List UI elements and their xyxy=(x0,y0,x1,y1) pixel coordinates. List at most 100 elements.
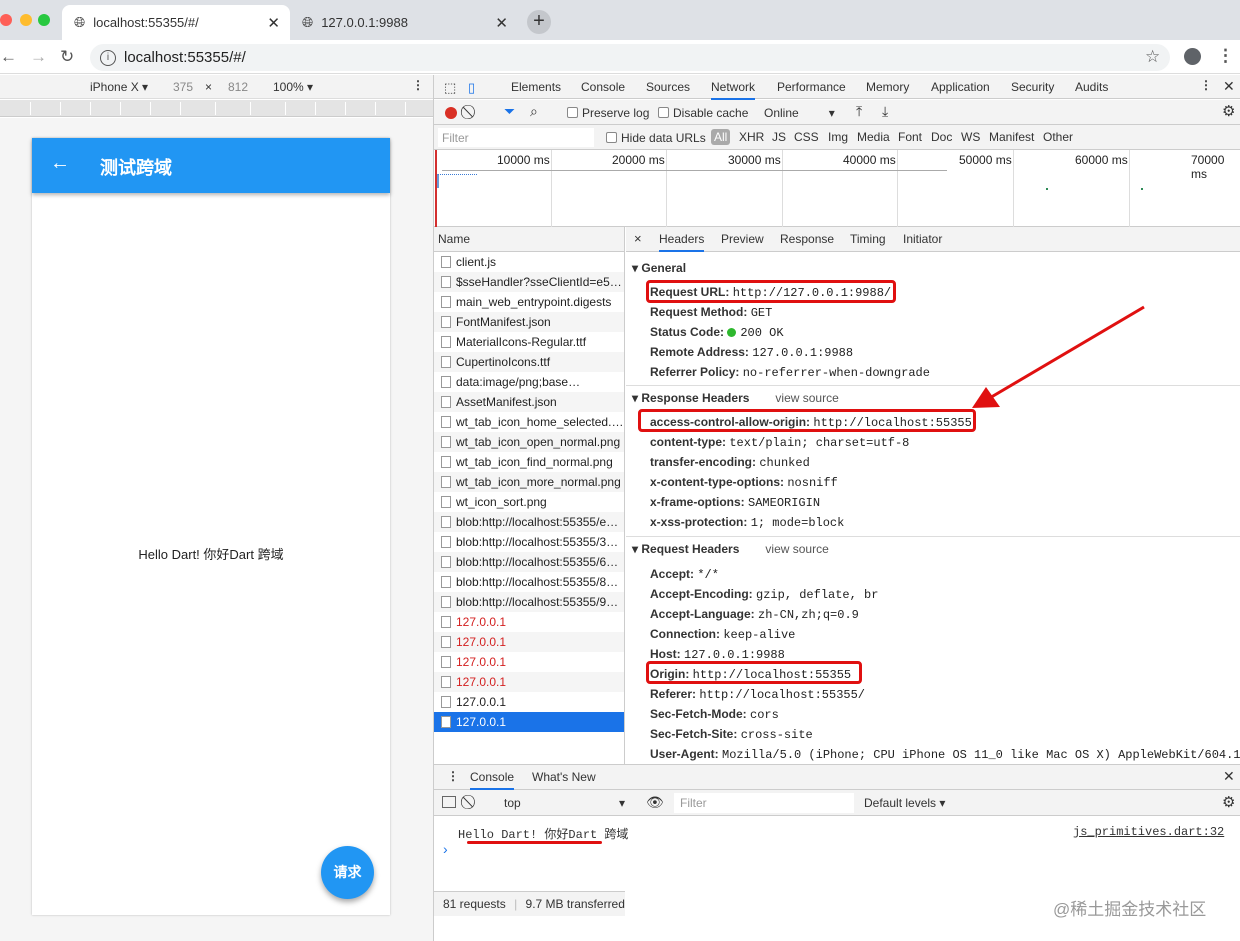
minimize-window-button[interactable] xyxy=(20,14,32,26)
gear-icon[interactable]: ⚙ xyxy=(1222,102,1235,120)
name-column-header[interactable]: Name xyxy=(434,227,624,252)
request-row[interactable]: AssetManifest.json xyxy=(434,392,624,412)
close-window-button[interactable] xyxy=(0,14,12,26)
request-row[interactable]: 127.0.0.1 xyxy=(434,632,624,652)
zoom-window-button[interactable] xyxy=(38,14,50,26)
zoom-select[interactable]: 100% ▾ xyxy=(273,80,313,94)
tab-preview[interactable]: Preview xyxy=(721,232,764,246)
view-source-link[interactable]: view source xyxy=(775,391,838,405)
type-filter-css[interactable]: CSS xyxy=(794,130,819,144)
type-filter-font[interactable]: Font xyxy=(898,130,922,144)
response-headers-toggle[interactable]: ▾ Response Headers view source xyxy=(632,391,839,405)
type-filter-other[interactable]: Other xyxy=(1043,130,1073,144)
request-row[interactable]: blob:http://localhost:55355/9… xyxy=(434,592,624,612)
bookmark-star-icon[interactable]: ☆ xyxy=(1145,47,1160,67)
record-icon[interactable] xyxy=(445,107,457,119)
more-options-icon[interactable]: ⋮ xyxy=(412,78,424,92)
tab-application[interactable]: Application xyxy=(931,80,990,94)
back-icon[interactable]: ← xyxy=(0,47,17,67)
type-filter-xhr[interactable]: XHR xyxy=(739,130,764,144)
request-row[interactable]: blob:http://localhost:55355/6… xyxy=(434,552,624,572)
preserve-log-checkbox[interactable]: Preserve log xyxy=(567,106,649,120)
throttle-select[interactable]: Online ▾ xyxy=(764,106,835,120)
reload-icon[interactable]: ↻ xyxy=(60,47,74,67)
tab-response[interactable]: Response xyxy=(780,232,834,246)
close-details-icon[interactable]: × xyxy=(634,231,642,246)
forward-icon[interactable]: → xyxy=(30,47,47,67)
drawer-tab-whats-new[interactable]: What's New xyxy=(532,770,596,784)
request-row[interactable]: 127.0.0.1 xyxy=(434,672,624,692)
request-row[interactable]: wt_icon_sort.png xyxy=(434,492,624,512)
sidebar-toggle-icon[interactable] xyxy=(442,796,456,808)
request-row[interactable]: data:image/png;base… xyxy=(434,372,624,392)
tab-security[interactable]: Security xyxy=(1011,80,1054,94)
device-height[interactable]: 812 xyxy=(228,80,248,94)
tab-console[interactable]: Console xyxy=(581,80,625,94)
eye-icon[interactable]: 👁︎ xyxy=(646,794,664,811)
address-url[interactable]: localhost:55355/#/ xyxy=(124,49,246,66)
tab-performance[interactable]: Performance xyxy=(777,80,846,94)
import-har-icon[interactable]: ⤒ xyxy=(856,103,862,120)
request-row[interactable]: blob:http://localhost:55355/e… xyxy=(434,512,624,532)
type-filter-ws[interactable]: WS xyxy=(961,130,980,144)
device-select[interactable]: iPhone X ▾ xyxy=(90,80,148,94)
tab-initiator[interactable]: Initiator xyxy=(903,232,942,246)
request-row[interactable]: FontManifest.json xyxy=(434,312,624,332)
address-bar[interactable]: i localhost:55355/#/ xyxy=(90,44,1170,71)
tab-audits[interactable]: Audits xyxy=(1075,80,1108,94)
type-filter-media[interactable]: Media xyxy=(857,130,890,144)
request-row[interactable]: client.js xyxy=(434,252,624,272)
tab-timing[interactable]: Timing xyxy=(850,232,886,246)
request-row[interactable]: wt_tab_icon_more_normal.png xyxy=(434,472,624,492)
log-levels-select[interactable]: Default levels ▾ xyxy=(864,796,945,810)
request-row[interactable]: 127.0.0.1 xyxy=(434,652,624,672)
network-overview[interactable]: 10000 ms 20000 ms 30000 ms 40000 ms 5000… xyxy=(434,150,1240,227)
view-source-link[interactable]: view source xyxy=(765,542,828,556)
export-har-icon[interactable]: ⤓ xyxy=(882,103,888,120)
device-width[interactable]: 375 xyxy=(173,80,193,94)
request-row[interactable]: main_web_entrypoint.digests xyxy=(434,292,624,312)
request-row[interactable]: 127.0.0.1 xyxy=(434,692,624,712)
type-filter-doc[interactable]: Doc xyxy=(931,130,952,144)
hide-data-urls-checkbox[interactable]: Hide data URLs xyxy=(606,131,706,145)
console-filter-input[interactable]: Filter xyxy=(674,793,854,813)
request-row[interactable]: MaterialIcons-Regular.ttf xyxy=(434,332,624,352)
request-row[interactable]: wt_tab_icon_home_selected.… xyxy=(434,412,624,432)
tab-sources[interactable]: Sources xyxy=(646,80,690,94)
general-section-toggle[interactable]: ▾ General xyxy=(632,261,686,275)
request-row[interactable]: 127.0.0.1 xyxy=(434,612,624,632)
type-filter-js[interactable]: JS xyxy=(772,130,786,144)
chevron-down-icon[interactable]: ▾ xyxy=(619,796,625,810)
console-prompt[interactable]: › xyxy=(443,841,448,857)
context-select[interactable]: top xyxy=(504,796,521,810)
tab-elements[interactable]: Elements xyxy=(511,80,561,94)
request-row[interactable]: $sseHandler?sseClientId=e5… xyxy=(434,272,624,292)
tab-memory[interactable]: Memory xyxy=(866,80,909,94)
device-toggle-icon[interactable]: ▯ xyxy=(468,80,475,96)
close-tab-icon[interactable]: ✕ xyxy=(267,14,280,32)
request-row[interactable]: blob:http://localhost:55355/3… xyxy=(434,532,624,552)
request-row[interactable]: blob:http://localhost:55355/8… xyxy=(434,572,624,592)
drawer-tab-console[interactable]: Console xyxy=(470,770,515,790)
type-filter-img[interactable]: Img xyxy=(828,130,848,144)
request-fab-button[interactable]: 请求 xyxy=(321,846,374,899)
request-row[interactable]: 127.0.0.1 xyxy=(434,712,624,732)
type-filter-manifest[interactable]: Manifest xyxy=(989,130,1034,144)
new-tab-button[interactable]: + xyxy=(527,10,551,34)
close-drawer-icon[interactable]: ✕ xyxy=(1223,768,1235,785)
browser-menu-icon[interactable]: ⋮ xyxy=(1217,46,1234,66)
disable-cache-checkbox[interactable]: Disable cache xyxy=(658,106,748,120)
profile-avatar-icon[interactable] xyxy=(1184,48,1201,65)
arrow-back-icon[interactable]: ← xyxy=(50,152,70,175)
request-row[interactable]: wt_tab_icon_find_normal.png xyxy=(434,452,624,472)
request-row[interactable]: wt_tab_icon_open_normal.png xyxy=(434,432,624,452)
browser-tab-active[interactable]: 🌐︎ localhost:55355/#/ ✕ xyxy=(62,5,290,40)
request-headers-toggle[interactable]: ▾ Request Headers view source xyxy=(632,542,829,556)
tab-headers[interactable]: Headers xyxy=(659,232,705,252)
gear-icon[interactable]: ⚙ xyxy=(1222,793,1235,811)
filter-icon[interactable]: ⏷ xyxy=(504,103,515,120)
tab-network[interactable]: Network xyxy=(711,80,756,100)
devtools-menu-icon[interactable]: ⋮ xyxy=(1200,78,1212,92)
close-tab-icon[interactable]: ✕ xyxy=(495,14,508,32)
inspect-icon[interactable]: ⬚ xyxy=(444,80,456,96)
